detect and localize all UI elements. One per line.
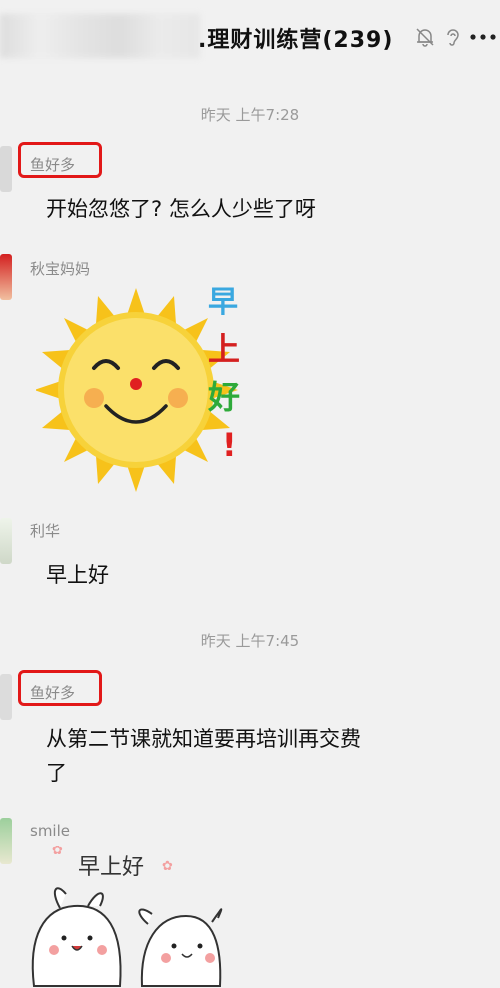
sender-name: smile (30, 822, 70, 840)
sender-name: 秋宝妈妈 (30, 260, 91, 278)
more-icon[interactable] (468, 26, 498, 48)
highlight-box (18, 670, 102, 706)
timestamp: 昨天 上午7:28 (200, 106, 300, 124)
message-text-continued[interactable]: 了 (46, 756, 67, 790)
svg-text:✿: ✿ (162, 859, 173, 874)
avatar[interactable] (0, 674, 12, 720)
ear-icon[interactable] (442, 26, 464, 48)
sender-name: 利华 (30, 522, 61, 540)
sticker-char: ! (222, 426, 237, 464)
sticker-char: 好 (207, 378, 240, 416)
svg-text:✿: ✿ (52, 846, 63, 858)
avatar[interactable] (0, 146, 12, 192)
sticker-char: 早 (208, 285, 238, 320)
sticker-char: 上 (208, 330, 240, 368)
avatar[interactable] (0, 254, 12, 300)
message-text[interactable]: 早上好 (46, 558, 109, 592)
group-title[interactable]: .理财训练营(239) (198, 22, 393, 54)
avatar[interactable] (0, 518, 12, 564)
message-text[interactable]: 从第二节课就知道要再培训再交费 (46, 722, 361, 756)
avatar[interactable] (0, 818, 12, 864)
highlight-box (18, 142, 102, 178)
group-avatars-blurred[interactable] (0, 14, 200, 58)
message-text[interactable]: 开始忽悠了? 怎么人少些了呀 (46, 192, 316, 226)
mute-bell-icon[interactable] (414, 26, 436, 48)
sticker-text: 早上好 (78, 855, 144, 880)
sun-good-morning-sticker[interactable]: 早 上 好 ! (36, 284, 256, 496)
chat-header: .理财训练营(239) (0, 0, 500, 80)
cute-bunnies-good-morning-sticker[interactable]: ✿ 早上好 ✿ (24, 846, 224, 988)
timestamp: 昨天 上午7:45 (200, 632, 300, 650)
